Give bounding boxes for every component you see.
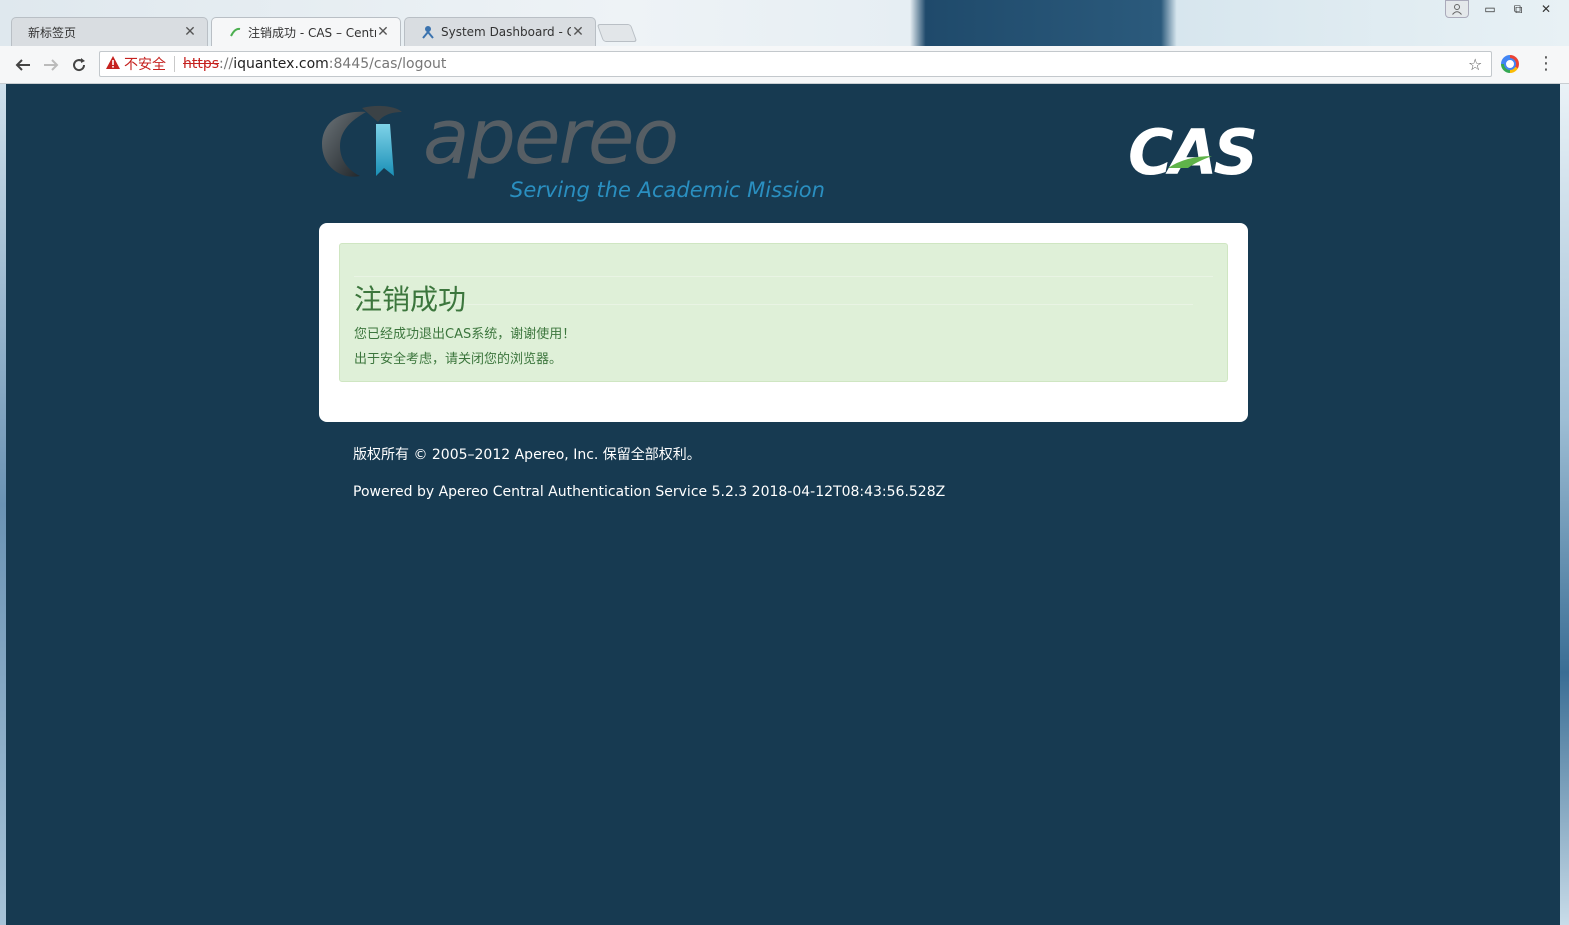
new-tab-button[interactable] [596,24,638,42]
desktop-background-right [1560,84,1569,925]
tab-cas-logout[interactable]: 注销成功 - CAS – Centr ✕ [211,17,401,46]
alert-divider [354,304,1193,305]
profile-icon[interactable] [1445,0,1469,18]
tab-title: 新标签页 [28,25,77,40]
star-icon[interactable]: ☆ [1468,55,1482,74]
page-header: apereo Serving the Academic Mission CAS [318,92,1258,206]
cas-leaf-icon [1168,156,1212,168]
browser-chrome: 新标签页 ✕ 注销成功 - CAS – Centr ✕ System Dashb… [0,0,1569,84]
chrome-extension-icon[interactable] [1501,55,1519,73]
warning-triangle-icon [106,55,120,73]
page-viewport: apereo Serving the Academic Mission CAS … [6,84,1560,925]
url-path: :8445/cas/logout [328,56,447,72]
logout-success-alert: 注销成功 您已经成功退出CAS系统，谢谢使用！ 出于安全考虑，请关闭您的浏览器。 [339,243,1228,382]
content-card: 注销成功 您已经成功退出CAS系统，谢谢使用！ 出于安全考虑，请关闭您的浏览器。 [319,223,1248,422]
window-close-icon[interactable]: ✕ [1533,0,1559,18]
window-controls: ▭ ⧉ ✕ [1445,0,1559,18]
address-divider [174,56,175,72]
kebab-menu-icon[interactable]: ⋮ [1537,53,1555,74]
cas-logo: CAS [1128,116,1258,189]
close-icon[interactable]: ✕ [376,24,390,40]
tab-title: 注销成功 - CAS – Centr [248,25,376,40]
reload-icon[interactable] [68,54,90,76]
alert-message-line: 您已经成功退出CAS系统，谢谢使用！ [354,327,576,342]
alert-message-line: 出于安全考虑，请关闭您的浏览器。 [354,352,563,367]
back-arrow-icon[interactable] [12,54,34,76]
tab-strip: 新标签页 ✕ 注销成功 - CAS – Centr ✕ System Dashb… [0,0,1569,46]
copyright-text: 版权所有 © 2005–2012 Apereo, Inc. 保留全部权利。 [353,447,701,463]
restore-icon[interactable]: ⧉ [1505,0,1531,18]
alert-title: 注销成功 [354,283,467,316]
tab-new-tab[interactable]: 新标签页 ✕ [11,17,208,46]
alert-divider [354,276,1213,277]
url-separator: :// [219,56,234,72]
url-host: iquantex.com [233,56,329,72]
jira-favicon-icon [421,25,435,39]
close-icon[interactable]: ✕ [183,24,197,40]
tab-system-dashboard[interactable]: System Dashboard - C ✕ [404,17,596,46]
address-bar[interactable]: 不安全 https://iquantex.com:8445/cas/logout [99,51,1492,77]
tab-title: System Dashboard - C [441,25,571,39]
apereo-tagline: Serving the Academic Mission [510,178,825,202]
forward-arrow-icon[interactable] [40,54,62,76]
security-indicator[interactable]: 不安全 [106,54,166,74]
powered-by-text: Powered by Apereo Central Authentication… [353,484,946,500]
close-icon[interactable]: ✕ [571,24,585,40]
url-scheme: https [183,56,220,72]
apereo-wordmark: apereo [423,92,679,181]
page-favicon-icon [228,25,242,39]
apereo-logo-mark-icon [322,105,402,177]
security-label: 不安全 [124,57,166,73]
minimize-icon[interactable]: ▭ [1477,0,1503,18]
